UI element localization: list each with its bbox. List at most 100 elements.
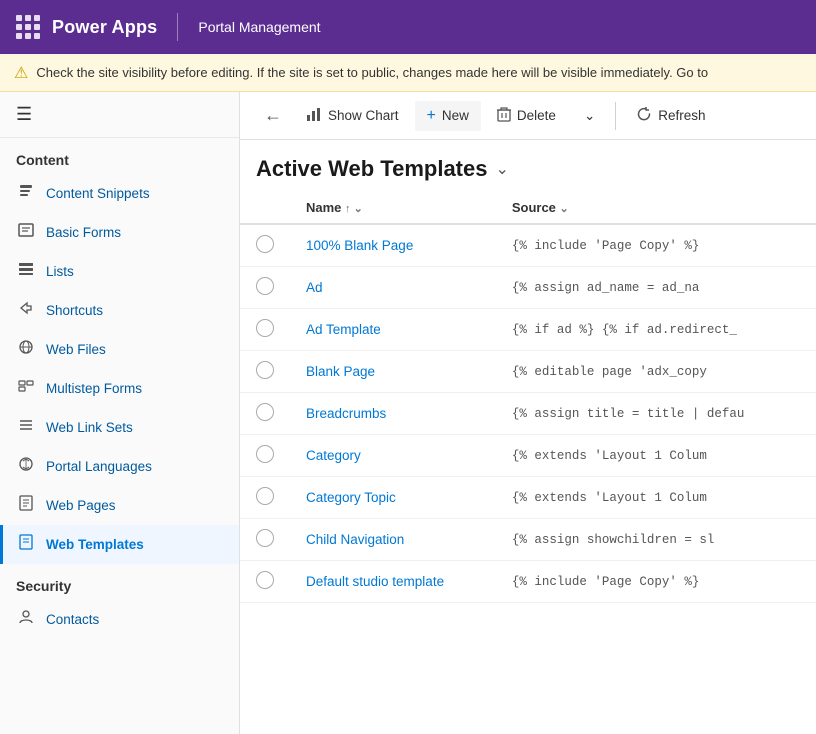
- row-name-cell[interactable]: Ad: [290, 267, 496, 309]
- show-chart-button[interactable]: Show Chart: [294, 100, 411, 131]
- row-name-cell[interactable]: 100% Blank Page: [290, 224, 496, 267]
- table-row[interactable]: Category {% extends 'Layout 1 Colum: [240, 435, 816, 477]
- content-snippets-label: Content Snippets: [46, 186, 150, 201]
- portal-languages-label: Portal Languages: [46, 459, 152, 474]
- top-bar-divider: [177, 13, 178, 41]
- sidebar-item-lists[interactable]: Lists: [0, 252, 239, 291]
- row-name-cell[interactable]: Breadcrumbs: [290, 393, 496, 435]
- top-bar: Power Apps Portal Management: [0, 0, 816, 54]
- sidebar-item-web-pages[interactable]: Web Pages: [0, 486, 239, 525]
- warning-bar: ⚠ Check the site visibility before editi…: [0, 54, 816, 92]
- new-label: New: [442, 108, 469, 123]
- table-row[interactable]: Category Topic {% extends 'Layout 1 Colu…: [240, 477, 816, 519]
- sidebar-item-web-link-sets[interactable]: Web Link Sets: [0, 408, 239, 447]
- section-name: Portal Management: [198, 19, 320, 35]
- row-source-cell: {% include 'Page Copy' %}: [496, 561, 816, 603]
- row-source-cell: {% if ad %} {% if ad.redirect_: [496, 309, 816, 351]
- row-name-cell[interactable]: Blank Page: [290, 351, 496, 393]
- sidebar-item-basic-forms[interactable]: Basic Forms: [0, 213, 239, 252]
- web-pages-label: Web Pages: [46, 498, 116, 513]
- sidebar-item-contacts[interactable]: Contacts: [0, 600, 239, 639]
- row-name-cell[interactable]: Child Navigation: [290, 519, 496, 561]
- row-checkbox[interactable]: [256, 403, 274, 421]
- sidebar-item-content-snippets[interactable]: Content Snippets: [0, 174, 239, 213]
- row-name-cell[interactable]: Ad Template: [290, 309, 496, 351]
- app-name: Power Apps: [52, 17, 157, 38]
- row-source-cell: {% extends 'Layout 1 Colum: [496, 435, 816, 477]
- row-name-cell[interactable]: Category Topic: [290, 477, 496, 519]
- multistep-forms-icon: [16, 378, 36, 399]
- source-column-header[interactable]: Source ⌄: [496, 192, 816, 224]
- portal-languages-icon: [16, 456, 36, 477]
- title-chevron-icon[interactable]: ⌄: [495, 159, 508, 179]
- content-snippets-icon: [16, 183, 36, 204]
- plus-icon: +: [427, 107, 436, 125]
- delete-button[interactable]: Delete: [485, 100, 568, 131]
- row-checkbox[interactable]: [256, 487, 274, 505]
- row-source-cell: {% assign ad_name = ad_na: [496, 267, 816, 309]
- content-area: ← Show Chart + New Delete ⌄: [240, 92, 816, 734]
- lists-label: Lists: [46, 264, 74, 279]
- back-button[interactable]: ←: [256, 101, 290, 130]
- refresh-button[interactable]: Refresh: [624, 100, 717, 131]
- lists-icon: [16, 261, 36, 282]
- web-pages-icon: [16, 495, 36, 516]
- toolbar-separator: [615, 102, 616, 130]
- chevron-down-button[interactable]: ⌄: [572, 102, 607, 130]
- multistep-forms-label: Multistep Forms: [46, 381, 142, 396]
- table-row[interactable]: Blank Page {% editable page 'adx_copy: [240, 351, 816, 393]
- row-source-cell: {% assign title = title | defau: [496, 393, 816, 435]
- table-row[interactable]: Ad Template {% if ad %} {% if ad.redirec…: [240, 309, 816, 351]
- name-column-header[interactable]: Name ↑ ⌄: [290, 192, 496, 224]
- content-section-title: Content: [0, 138, 239, 174]
- table-row[interactable]: Breadcrumbs {% assign title = title | de…: [240, 393, 816, 435]
- source-column-label: Source: [512, 200, 556, 215]
- row-checkbox[interactable]: [256, 319, 274, 337]
- new-button[interactable]: + New: [415, 101, 481, 131]
- source-sort-icon[interactable]: ⌄: [560, 203, 569, 215]
- app-grid-icon[interactable]: [16, 15, 40, 39]
- security-section-title: Security: [0, 564, 239, 600]
- row-checkbox[interactable]: [256, 235, 274, 253]
- show-chart-label: Show Chart: [328, 108, 399, 123]
- row-checkbox[interactable]: [256, 361, 274, 379]
- warning-icon: ⚠: [14, 63, 28, 83]
- row-name-cell[interactable]: Category: [290, 435, 496, 477]
- sidebar-item-web-files[interactable]: Web Files: [0, 330, 239, 369]
- chart-icon: [306, 106, 322, 125]
- name-sort-icons[interactable]: ↑ ⌄: [345, 203, 363, 215]
- row-name-cell[interactable]: Default studio template: [290, 561, 496, 603]
- name-column-label: Name: [306, 200, 341, 215]
- row-checkbox[interactable]: [256, 445, 274, 463]
- contacts-label: Contacts: [46, 612, 99, 627]
- sidebar-item-portal-languages[interactable]: Portal Languages: [0, 447, 239, 486]
- row-checkbox[interactable]: [256, 277, 274, 295]
- sidebar-item-web-templates[interactable]: Web Templates: [0, 525, 239, 564]
- chevron-down-icon: ⌄: [584, 108, 595, 124]
- web-files-label: Web Files: [46, 342, 106, 357]
- menu-button[interactable]: ☰: [0, 92, 239, 138]
- sidebar-item-multistep-forms[interactable]: Multistep Forms: [0, 369, 239, 408]
- web-files-icon: [16, 339, 36, 360]
- web-templates-label: Web Templates: [46, 537, 144, 552]
- contacts-icon: [16, 609, 36, 630]
- main-layout: ☰ Content Content Snippets Basic Forms L…: [0, 92, 816, 734]
- row-checkbox[interactable]: [256, 529, 274, 547]
- table-row[interactable]: Default studio template {% include 'Page…: [240, 561, 816, 603]
- shortcuts-icon: [16, 300, 36, 321]
- table-row[interactable]: 100% Blank Page {% include 'Page Copy' %…: [240, 224, 816, 267]
- row-checkbox[interactable]: [256, 571, 274, 589]
- row-source-cell: {% assign showchildren = sl: [496, 519, 816, 561]
- table-row[interactable]: Child Navigation {% assign showchildren …: [240, 519, 816, 561]
- refresh-icon: [636, 106, 652, 125]
- sidebar: ☰ Content Content Snippets Basic Forms L…: [0, 92, 240, 734]
- sidebar-item-shortcuts[interactable]: Shortcuts: [0, 291, 239, 330]
- table-row[interactable]: Ad {% assign ad_name = ad_na: [240, 267, 816, 309]
- basic-forms-icon: [16, 222, 36, 243]
- refresh-label: Refresh: [658, 108, 705, 123]
- hamburger-icon: ☰: [16, 104, 32, 124]
- data-table: Name ↑ ⌄ Source ⌄ 100% Blank Page {% inc…: [240, 192, 816, 734]
- back-icon: ←: [264, 105, 282, 125]
- select-all-header[interactable]: [240, 192, 290, 224]
- toolbar: ← Show Chart + New Delete ⌄: [240, 92, 816, 140]
